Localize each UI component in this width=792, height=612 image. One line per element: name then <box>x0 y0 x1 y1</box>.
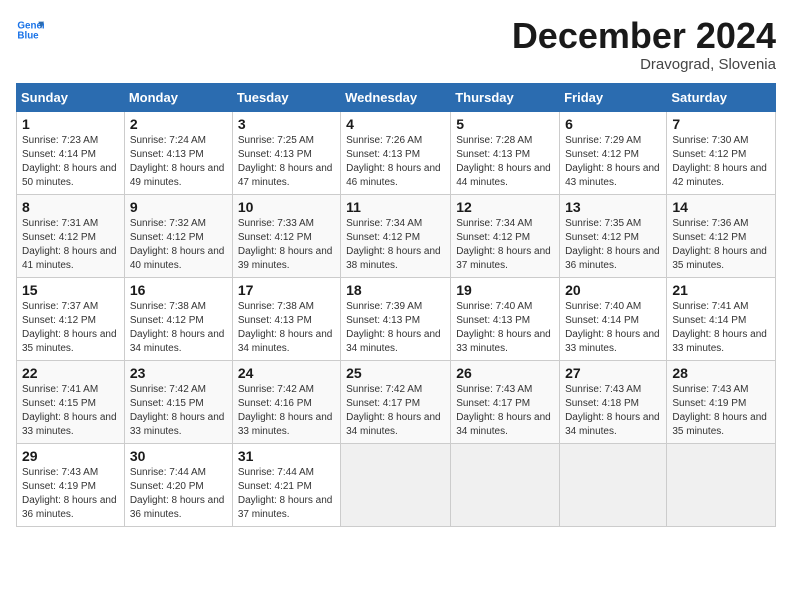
logo-icon: General Blue <box>16 16 44 44</box>
logo: General Blue <box>16 16 44 44</box>
svg-text:Blue: Blue <box>17 30 39 41</box>
header: General Blue December 2024 Dravograd, Sl… <box>16 16 776 73</box>
table-row: 6Sunrise: 7:29 AM Sunset: 4:12 PM Daylig… <box>560 111 667 194</box>
title-block: December 2024 Dravograd, Slovenia <box>512 16 776 73</box>
table-row: 31Sunrise: 7:44 AM Sunset: 4:21 PM Dayli… <box>232 443 340 526</box>
table-row: 25Sunrise: 7:42 AM Sunset: 4:17 PM Dayli… <box>341 360 451 443</box>
col-saturday: Saturday <box>667 83 776 111</box>
table-row: 19Sunrise: 7:40 AM Sunset: 4:13 PM Dayli… <box>451 277 560 360</box>
table-row: 9Sunrise: 7:32 AM Sunset: 4:12 PM Daylig… <box>124 194 232 277</box>
calendar-container: General Blue December 2024 Dravograd, Sl… <box>0 0 792 535</box>
table-row: 8Sunrise: 7:31 AM Sunset: 4:12 PM Daylig… <box>17 194 125 277</box>
table-row: 22Sunrise: 7:41 AM Sunset: 4:15 PM Dayli… <box>17 360 125 443</box>
location: Dravograd, Slovenia <box>512 56 776 73</box>
calendar-table: Sunday Monday Tuesday Wednesday Thursday… <box>16 83 776 527</box>
col-friday: Friday <box>560 83 667 111</box>
table-row <box>667 443 776 526</box>
table-row: 10Sunrise: 7:33 AM Sunset: 4:12 PM Dayli… <box>232 194 340 277</box>
table-row: 21Sunrise: 7:41 AM Sunset: 4:14 PM Dayli… <box>667 277 776 360</box>
week-row: 1Sunrise: 7:23 AM Sunset: 4:14 PM Daylig… <box>17 111 776 194</box>
col-thursday: Thursday <box>451 83 560 111</box>
table-row <box>560 443 667 526</box>
col-monday: Monday <box>124 83 232 111</box>
table-row: 17Sunrise: 7:38 AM Sunset: 4:13 PM Dayli… <box>232 277 340 360</box>
table-row <box>341 443 451 526</box>
table-row: 27Sunrise: 7:43 AM Sunset: 4:18 PM Dayli… <box>560 360 667 443</box>
week-row: 22Sunrise: 7:41 AM Sunset: 4:15 PM Dayli… <box>17 360 776 443</box>
week-row: 29Sunrise: 7:43 AM Sunset: 4:19 PM Dayli… <box>17 443 776 526</box>
header-row: Sunday Monday Tuesday Wednesday Thursday… <box>17 83 776 111</box>
table-row: 7Sunrise: 7:30 AM Sunset: 4:12 PM Daylig… <box>667 111 776 194</box>
table-row: 30Sunrise: 7:44 AM Sunset: 4:20 PM Dayli… <box>124 443 232 526</box>
table-row: 12Sunrise: 7:34 AM Sunset: 4:12 PM Dayli… <box>451 194 560 277</box>
week-row: 15Sunrise: 7:37 AM Sunset: 4:12 PM Dayli… <box>17 277 776 360</box>
table-row: 13Sunrise: 7:35 AM Sunset: 4:12 PM Dayli… <box>560 194 667 277</box>
col-tuesday: Tuesday <box>232 83 340 111</box>
table-row: 16Sunrise: 7:38 AM Sunset: 4:12 PM Dayli… <box>124 277 232 360</box>
table-row: 14Sunrise: 7:36 AM Sunset: 4:12 PM Dayli… <box>667 194 776 277</box>
col-sunday: Sunday <box>17 83 125 111</box>
table-row: 4Sunrise: 7:26 AM Sunset: 4:13 PM Daylig… <box>341 111 451 194</box>
table-row <box>451 443 560 526</box>
week-row: 8Sunrise: 7:31 AM Sunset: 4:12 PM Daylig… <box>17 194 776 277</box>
table-row: 18Sunrise: 7:39 AM Sunset: 4:13 PM Dayli… <box>341 277 451 360</box>
col-wednesday: Wednesday <box>341 83 451 111</box>
table-row: 26Sunrise: 7:43 AM Sunset: 4:17 PM Dayli… <box>451 360 560 443</box>
table-row: 28Sunrise: 7:43 AM Sunset: 4:19 PM Dayli… <box>667 360 776 443</box>
table-row: 5Sunrise: 7:28 AM Sunset: 4:13 PM Daylig… <box>451 111 560 194</box>
table-row: 3Sunrise: 7:25 AM Sunset: 4:13 PM Daylig… <box>232 111 340 194</box>
table-row: 15Sunrise: 7:37 AM Sunset: 4:12 PM Dayli… <box>17 277 125 360</box>
table-row: 24Sunrise: 7:42 AM Sunset: 4:16 PM Dayli… <box>232 360 340 443</box>
table-row: 20Sunrise: 7:40 AM Sunset: 4:14 PM Dayli… <box>560 277 667 360</box>
table-row: 1Sunrise: 7:23 AM Sunset: 4:14 PM Daylig… <box>17 111 125 194</box>
table-row: 23Sunrise: 7:42 AM Sunset: 4:15 PM Dayli… <box>124 360 232 443</box>
table-row: 29Sunrise: 7:43 AM Sunset: 4:19 PM Dayli… <box>17 443 125 526</box>
table-row: 2Sunrise: 7:24 AM Sunset: 4:13 PM Daylig… <box>124 111 232 194</box>
table-row: 11Sunrise: 7:34 AM Sunset: 4:12 PM Dayli… <box>341 194 451 277</box>
month-title: December 2024 <box>512 16 776 56</box>
